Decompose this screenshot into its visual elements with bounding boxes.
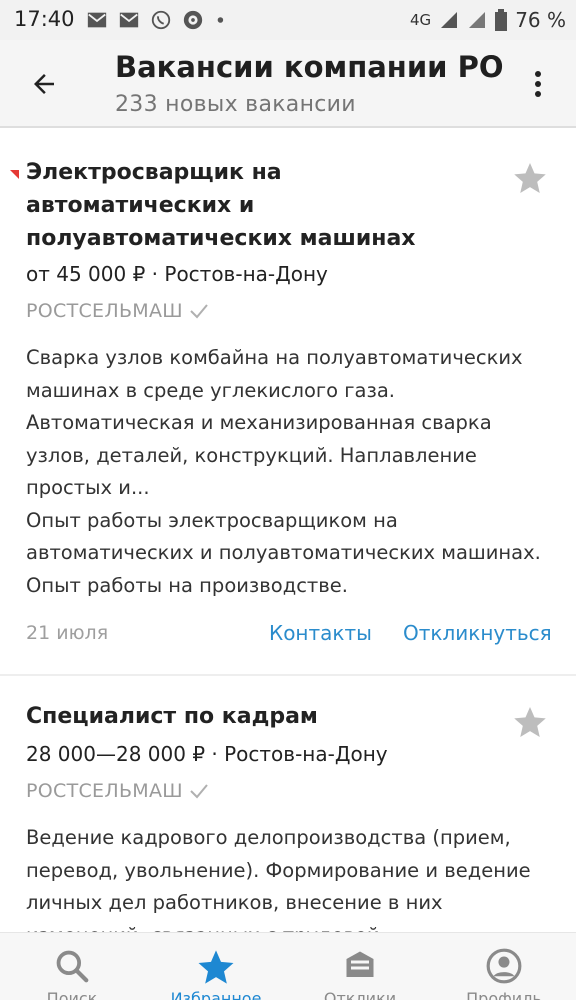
nav-responses[interactable]: Отклики (288, 933, 432, 1000)
notification-icons (86, 9, 236, 31)
nav-label: Профиль (466, 989, 542, 1000)
star-icon (198, 950, 234, 984)
wifi-signal-icon (469, 12, 486, 28)
vacancy-date: 21 июля (26, 622, 109, 644)
search-icon (56, 950, 89, 983)
battery-icon (495, 9, 508, 31)
mail-icon (119, 12, 139, 28)
dot-icon (217, 17, 224, 23)
status-bar: 17:40 4G 76 % (0, 0, 576, 40)
vacancy-card[interactable]: Электросварщик на автоматических и полуа… (0, 130, 576, 674)
profile-icon (486, 948, 522, 984)
more-options-button[interactable] (518, 62, 558, 106)
nav-label: Поиск (46, 989, 98, 1000)
bottom-navigation: Поиск Избранное Отклики Профиль (0, 932, 576, 1000)
mail-icon (87, 12, 107, 28)
vacancy-title[interactable]: Специалист по кадрам (26, 700, 486, 733)
salary-location: от 45 000 ₽ · Ростов-на-Дону (26, 262, 328, 286)
company-label: РОСТСЕЛЬМАШ (26, 780, 183, 802)
vacancy-title[interactable]: Электросварщик на автоматических и полуа… (26, 156, 486, 255)
back-button[interactable] (22, 62, 66, 106)
whatsapp-icon (151, 10, 171, 30)
favorite-star-icon[interactable] (512, 704, 548, 740)
company-name[interactable]: РОСТСЕЛЬМАШ (26, 780, 209, 802)
verified-check-icon (190, 784, 208, 799)
vacancy-card[interactable]: Специалист по кадрам 28 000—28 000 ₽ · Р… (0, 674, 576, 947)
nav-profile[interactable]: Профиль (432, 933, 576, 1000)
lion-app-icon (183, 10, 203, 30)
new-vacancy-marker (10, 170, 19, 179)
nav-search[interactable]: Поиск (0, 933, 144, 1000)
battery-percent: 76 % (515, 8, 566, 32)
arrow-back-icon (34, 74, 54, 94)
contacts-button[interactable]: Контакты (269, 621, 372, 645)
verified-check-icon (190, 304, 208, 319)
company-name[interactable]: РОСТСЕЛЬМАШ (26, 300, 209, 322)
status-time: 17:40 (14, 7, 75, 31)
nav-favorites[interactable]: Избранное (144, 933, 288, 1000)
nav-label: Избранное (170, 989, 262, 1000)
app-bar: Вакансии компании РО... 233 новых ваканс… (0, 40, 576, 128)
page-subtitle: 233 новых вакансии (115, 92, 356, 117)
company-label: РОСТСЕЛЬМАШ (26, 300, 183, 322)
more-vert-icon (535, 71, 541, 97)
network-type: 4G (410, 11, 432, 29)
nav-label: Отклики (323, 989, 397, 1000)
salary-location: 28 000—28 000 ₽ · Ростов-на-Дону (26, 742, 388, 766)
page-title: Вакансии компании РО... (115, 50, 505, 84)
favorite-star-icon[interactable] (512, 160, 548, 196)
vacancy-list: Электросварщик на автоматических и полуа… (0, 130, 576, 947)
signal-icon (441, 12, 458, 28)
respond-button[interactable]: Откликнуться (403, 621, 552, 645)
status-right: 4G 76 % (410, 8, 566, 32)
responses-icon (346, 951, 374, 977)
vacancy-description: Сварка узлов комбайна на полуавтоматичес… (26, 346, 541, 597)
